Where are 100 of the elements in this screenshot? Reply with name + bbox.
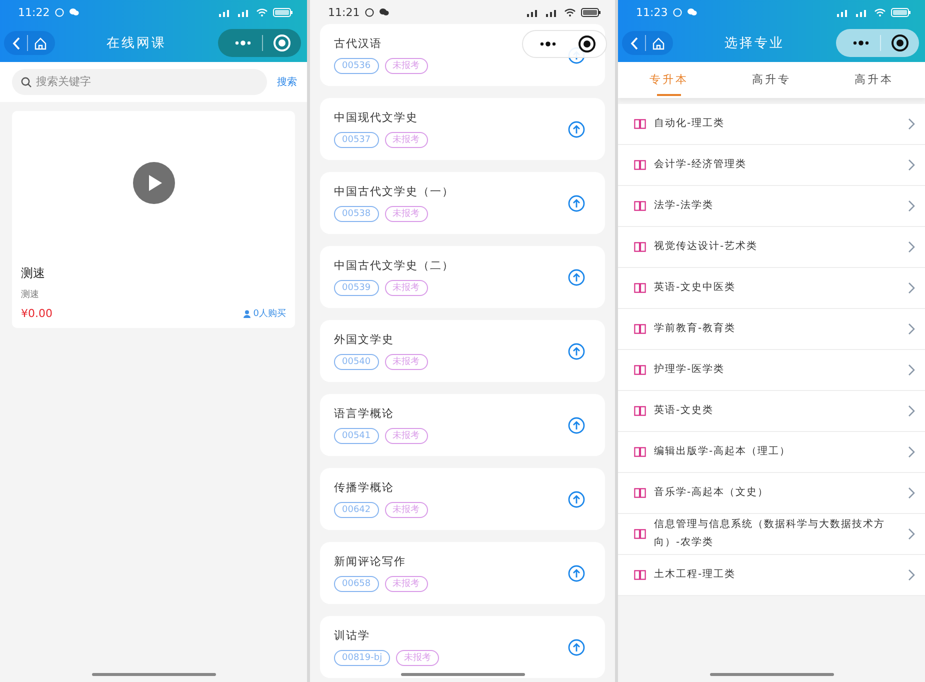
subject-code: 00540: [334, 354, 379, 370]
signal-icon: [855, 8, 869, 16]
status-time: 11:23: [636, 6, 668, 18]
major-item[interactable]: 会计学-经济管理类: [618, 145, 925, 186]
subject-name: 训诂学: [334, 628, 371, 643]
subject-card[interactable]: 外国文学史 00540 未报考: [320, 320, 605, 382]
major-name: 信息管理与信息系统（数据科学与大数据技术方向）-农学类: [654, 518, 886, 550]
chevron-icon: [908, 323, 915, 335]
major-item[interactable]: 法学-法学类: [618, 186, 925, 227]
major-item[interactable]: 护理学-医学类: [618, 350, 925, 391]
signal-icon: [237, 8, 251, 16]
chevron-icon: [908, 405, 915, 417]
exam-status: 未报考: [384, 206, 428, 222]
search-button[interactable]: 搜索: [277, 75, 297, 89]
tab[interactable]: 高升专: [720, 62, 823, 98]
course-title: 测速: [21, 265, 46, 282]
exam-status: 未报考: [384, 576, 428, 592]
nav-title: 在线网课: [106, 35, 166, 52]
subject-card[interactable]: 语言学概论 00541 未报考: [320, 394, 605, 456]
subject-card[interactable]: 传播学概论 00642 未报考: [320, 468, 605, 530]
signal-icon: [218, 8, 232, 16]
more-icon[interactable]: [539, 41, 557, 47]
upload-icon[interactable]: [568, 416, 585, 434]
chat-icon: [378, 8, 389, 16]
exam-status: 未报考: [384, 428, 428, 444]
wifi-icon: [256, 8, 268, 16]
chevron-icon: [908, 364, 915, 376]
major-name: 编辑出版学-高起本（理工）: [654, 444, 792, 459]
back-icon[interactable]: [12, 36, 21, 50]
major-item[interactable]: 英语-文史类: [618, 391, 925, 432]
chevron-icon: [908, 159, 915, 171]
course-card[interactable]: 测速 测速 ¥0.00 0人购买: [12, 111, 295, 328]
subject-card[interactable]: 中国现代文学史 00537 未报考: [320, 98, 605, 160]
exam-status: 未报考: [384, 58, 428, 74]
person-icon: [243, 310, 252, 318]
play-icon[interactable]: [132, 162, 174, 204]
upload-icon[interactable]: [568, 564, 585, 582]
book-icon: [634, 283, 646, 293]
major-item[interactable]: 音乐学-高起本（文史）: [618, 473, 925, 514]
major-name: 土木工程-理工类: [654, 568, 737, 582]
upload-icon[interactable]: [568, 342, 585, 360]
major-item[interactable]: 土木工程-理工类: [618, 555, 925, 596]
book-icon: [634, 406, 646, 416]
chat-icon: [68, 8, 79, 16]
subject-name: 外国文学史: [334, 332, 395, 347]
wifi-icon: [874, 8, 886, 16]
book-icon: [634, 324, 646, 334]
major-name: 视觉传达设计-艺术类: [654, 240, 759, 254]
subject-name: 中国古代文学史（二）: [334, 258, 454, 273]
subject-code: 00536: [334, 58, 379, 74]
upload-icon[interactable]: [568, 638, 585, 656]
subject-name: 传播学概论: [334, 480, 395, 495]
book-icon: [634, 365, 646, 375]
subject-code: 00537: [334, 132, 379, 148]
major-item[interactable]: 自动化-理工类: [618, 104, 925, 145]
upload-icon[interactable]: [568, 120, 585, 138]
tab[interactable]: 高升本: [822, 62, 925, 98]
subject-name: 中国现代文学史: [334, 110, 419, 125]
major-name: 英语-文史中医类: [654, 280, 737, 295]
nav-title: 选择专业: [724, 35, 784, 52]
major-item[interactable]: 学前教育-教育类: [618, 309, 925, 350]
book-icon: [634, 570, 646, 580]
major-item[interactable]: 信息管理与信息系统（数据科学与大数据技术方向）-农学类: [618, 514, 925, 555]
subject-name: 新闻评论写作: [334, 554, 407, 569]
exam-status: 未报考: [384, 502, 428, 518]
major-item[interactable]: 视觉传达设计-艺术类: [618, 227, 925, 268]
exam-status: 未报考: [384, 280, 428, 296]
subject-card[interactable]: 中国古代文学史（二） 00539 未报考: [320, 246, 605, 308]
more-icon[interactable]: [852, 40, 870, 46]
subject-name: 中国古代文学史（一）: [334, 184, 454, 199]
major-name: 音乐学-高起本（文史）: [654, 486, 770, 500]
status-time: 11:21: [328, 6, 360, 18]
exam-status: 未报考: [384, 354, 428, 370]
major-name: 会计学-经济管理类: [654, 158, 748, 172]
back-icon[interactable]: [630, 36, 639, 50]
book-icon: [634, 529, 646, 539]
subject-name: 古代汉语: [334, 36, 383, 51]
major-item[interactable]: 编辑出版学-高起本（理工）: [618, 432, 925, 473]
home-icon[interactable]: [652, 36, 665, 50]
chevron-icon: [908, 282, 915, 294]
chevron-icon: [908, 528, 915, 540]
signal-icon: [526, 8, 540, 16]
course-price: ¥0.00: [21, 307, 52, 320]
upload-icon[interactable]: [568, 490, 585, 508]
chevron-icon: [908, 487, 915, 499]
exam-status: 未报考: [396, 650, 440, 666]
upload-icon[interactable]: [568, 194, 585, 212]
chat-icon: [686, 8, 697, 16]
subject-card[interactable]: 新闻评论写作 00658 未报考: [320, 542, 605, 604]
subject-code: 00539: [334, 280, 379, 296]
book-icon: [634, 242, 646, 252]
subject-code: 00538: [334, 206, 379, 222]
major-item[interactable]: 英语-文史中医类: [618, 268, 925, 309]
upload-icon[interactable]: [568, 268, 585, 286]
book-icon: [634, 119, 646, 129]
subject-card[interactable]: 中国古代文学史（一） 00538 未报考: [320, 172, 605, 234]
home-icon[interactable]: [34, 36, 47, 50]
subject-card[interactable]: 训诂学 00819-bj 未报考: [320, 616, 605, 678]
book-icon: [634, 447, 646, 457]
search-field[interactable]: 搜索关键字: [12, 69, 267, 95]
